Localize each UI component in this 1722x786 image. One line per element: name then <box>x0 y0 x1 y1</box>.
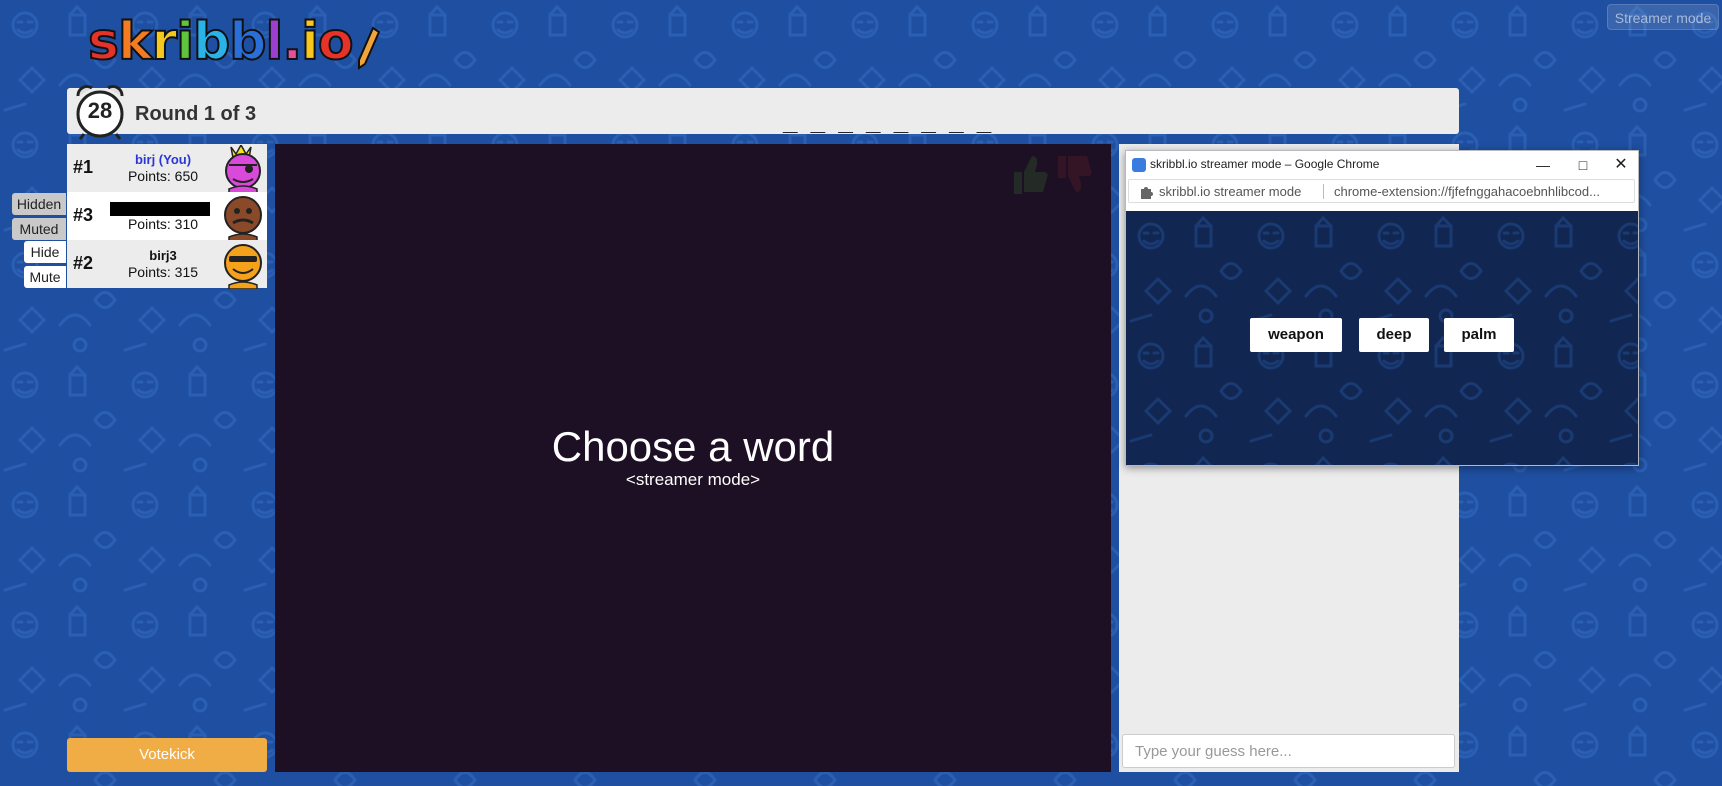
muted-button[interactable]: Muted <box>12 218 66 240</box>
hide-button[interactable]: Hide <box>24 241 66 263</box>
mute-button[interactable]: Mute <box>24 266 66 288</box>
logo-letter: s <box>87 12 120 72</box>
guess-input[interactable] <box>1122 734 1455 768</box>
popup-titlebar[interactable]: skribbl.io streamer mode – Google Chrome… <box>1126 151 1638 179</box>
close-icon[interactable]: ✕ <box>1601 153 1641 177</box>
game-header <box>67 88 1459 134</box>
word-hint: _ _ _ _ _ _ _ _ <box>783 106 995 136</box>
pencil-icon <box>357 26 380 70</box>
player-points: Points: 310 <box>127 216 199 232</box>
word-choice-palm[interactable]: palm <box>1444 318 1514 352</box>
streamer-mode-label: <streamer mode> <box>625 470 761 489</box>
thumbs-down-icon[interactable] <box>1054 154 1094 196</box>
word-choice-weapon[interactable]: weapon <box>1250 318 1342 352</box>
logo-letter: i <box>300 12 320 72</box>
redacted-player-name <box>110 202 210 216</box>
skribbl-logo: skribbl.io <box>87 10 381 72</box>
address-separator <box>1323 184 1324 199</box>
round-timer: 28 <box>87 98 113 123</box>
player-list: #1 birj (You) Points: 650 #3 Points: 310… <box>67 144 267 289</box>
logo-letter: k <box>117 12 154 72</box>
word-choice-deep[interactable]: deep <box>1359 318 1429 352</box>
maximize-icon[interactable]: □ <box>1563 153 1603 177</box>
choose-word-heading: Choose a word <box>551 423 835 470</box>
player-row[interactable]: #1 birj (You) Points: 650 <box>67 144 267 193</box>
logo-letter: b <box>192 12 231 72</box>
word-choice-panel: weapon deep palm <box>1126 211 1638 465</box>
logo-letter: r <box>151 12 179 72</box>
extension-url: chrome-extension://fjfefnggahacoebnhlibc… <box>1334 184 1600 199</box>
extension-favicon-icon <box>1132 158 1146 172</box>
player-rank: #2 <box>73 253 94 273</box>
popup-title: skribbl.io streamer mode – Google Chrome <box>1150 157 1380 171</box>
player-rank: #3 <box>73 205 94 225</box>
thumbs-up-icon[interactable] <box>1010 154 1050 196</box>
player-row[interactable]: #2 birj3 Points: 315 <box>67 240 267 289</box>
player-points: Points: 315 <box>127 264 199 280</box>
logo-letter: i <box>175 12 195 72</box>
extension-name: skribbl.io streamer mode <box>1159 184 1302 199</box>
round-indicator: Round 1 of 3 <box>135 103 257 125</box>
player-avatar <box>225 145 261 193</box>
logo-letter: l <box>265 12 285 72</box>
player-rank: #1 <box>73 157 94 177</box>
streamer-mode-popup-window: skribbl.io streamer mode – Google Chrome… <box>1125 150 1639 466</box>
hidden-button[interactable]: Hidden <box>12 193 66 215</box>
streamer-mode-button[interactable]: Streamer mode <box>1607 4 1719 30</box>
player-name: birj3 <box>149 248 177 263</box>
minimize-icon[interactable]: — <box>1523 153 1563 177</box>
logo-letter: b <box>228 12 267 72</box>
player-points: Points: 650 <box>127 168 199 184</box>
player-avatar <box>224 196 262 241</box>
votekick-button[interactable]: Votekick <box>67 738 267 772</box>
logo-letter: . <box>281 12 303 72</box>
puzzle-piece-icon <box>1141 187 1153 199</box>
logo-letter: o <box>317 12 355 72</box>
player-row[interactable]: #3 Points: 310 <box>67 192 267 241</box>
player-name: birj (You) <box>134 152 192 167</box>
popup-address-bar[interactable]: skribbl.io streamer mode chrome-extensio… <box>1128 179 1635 203</box>
player-avatar <box>224 244 262 289</box>
